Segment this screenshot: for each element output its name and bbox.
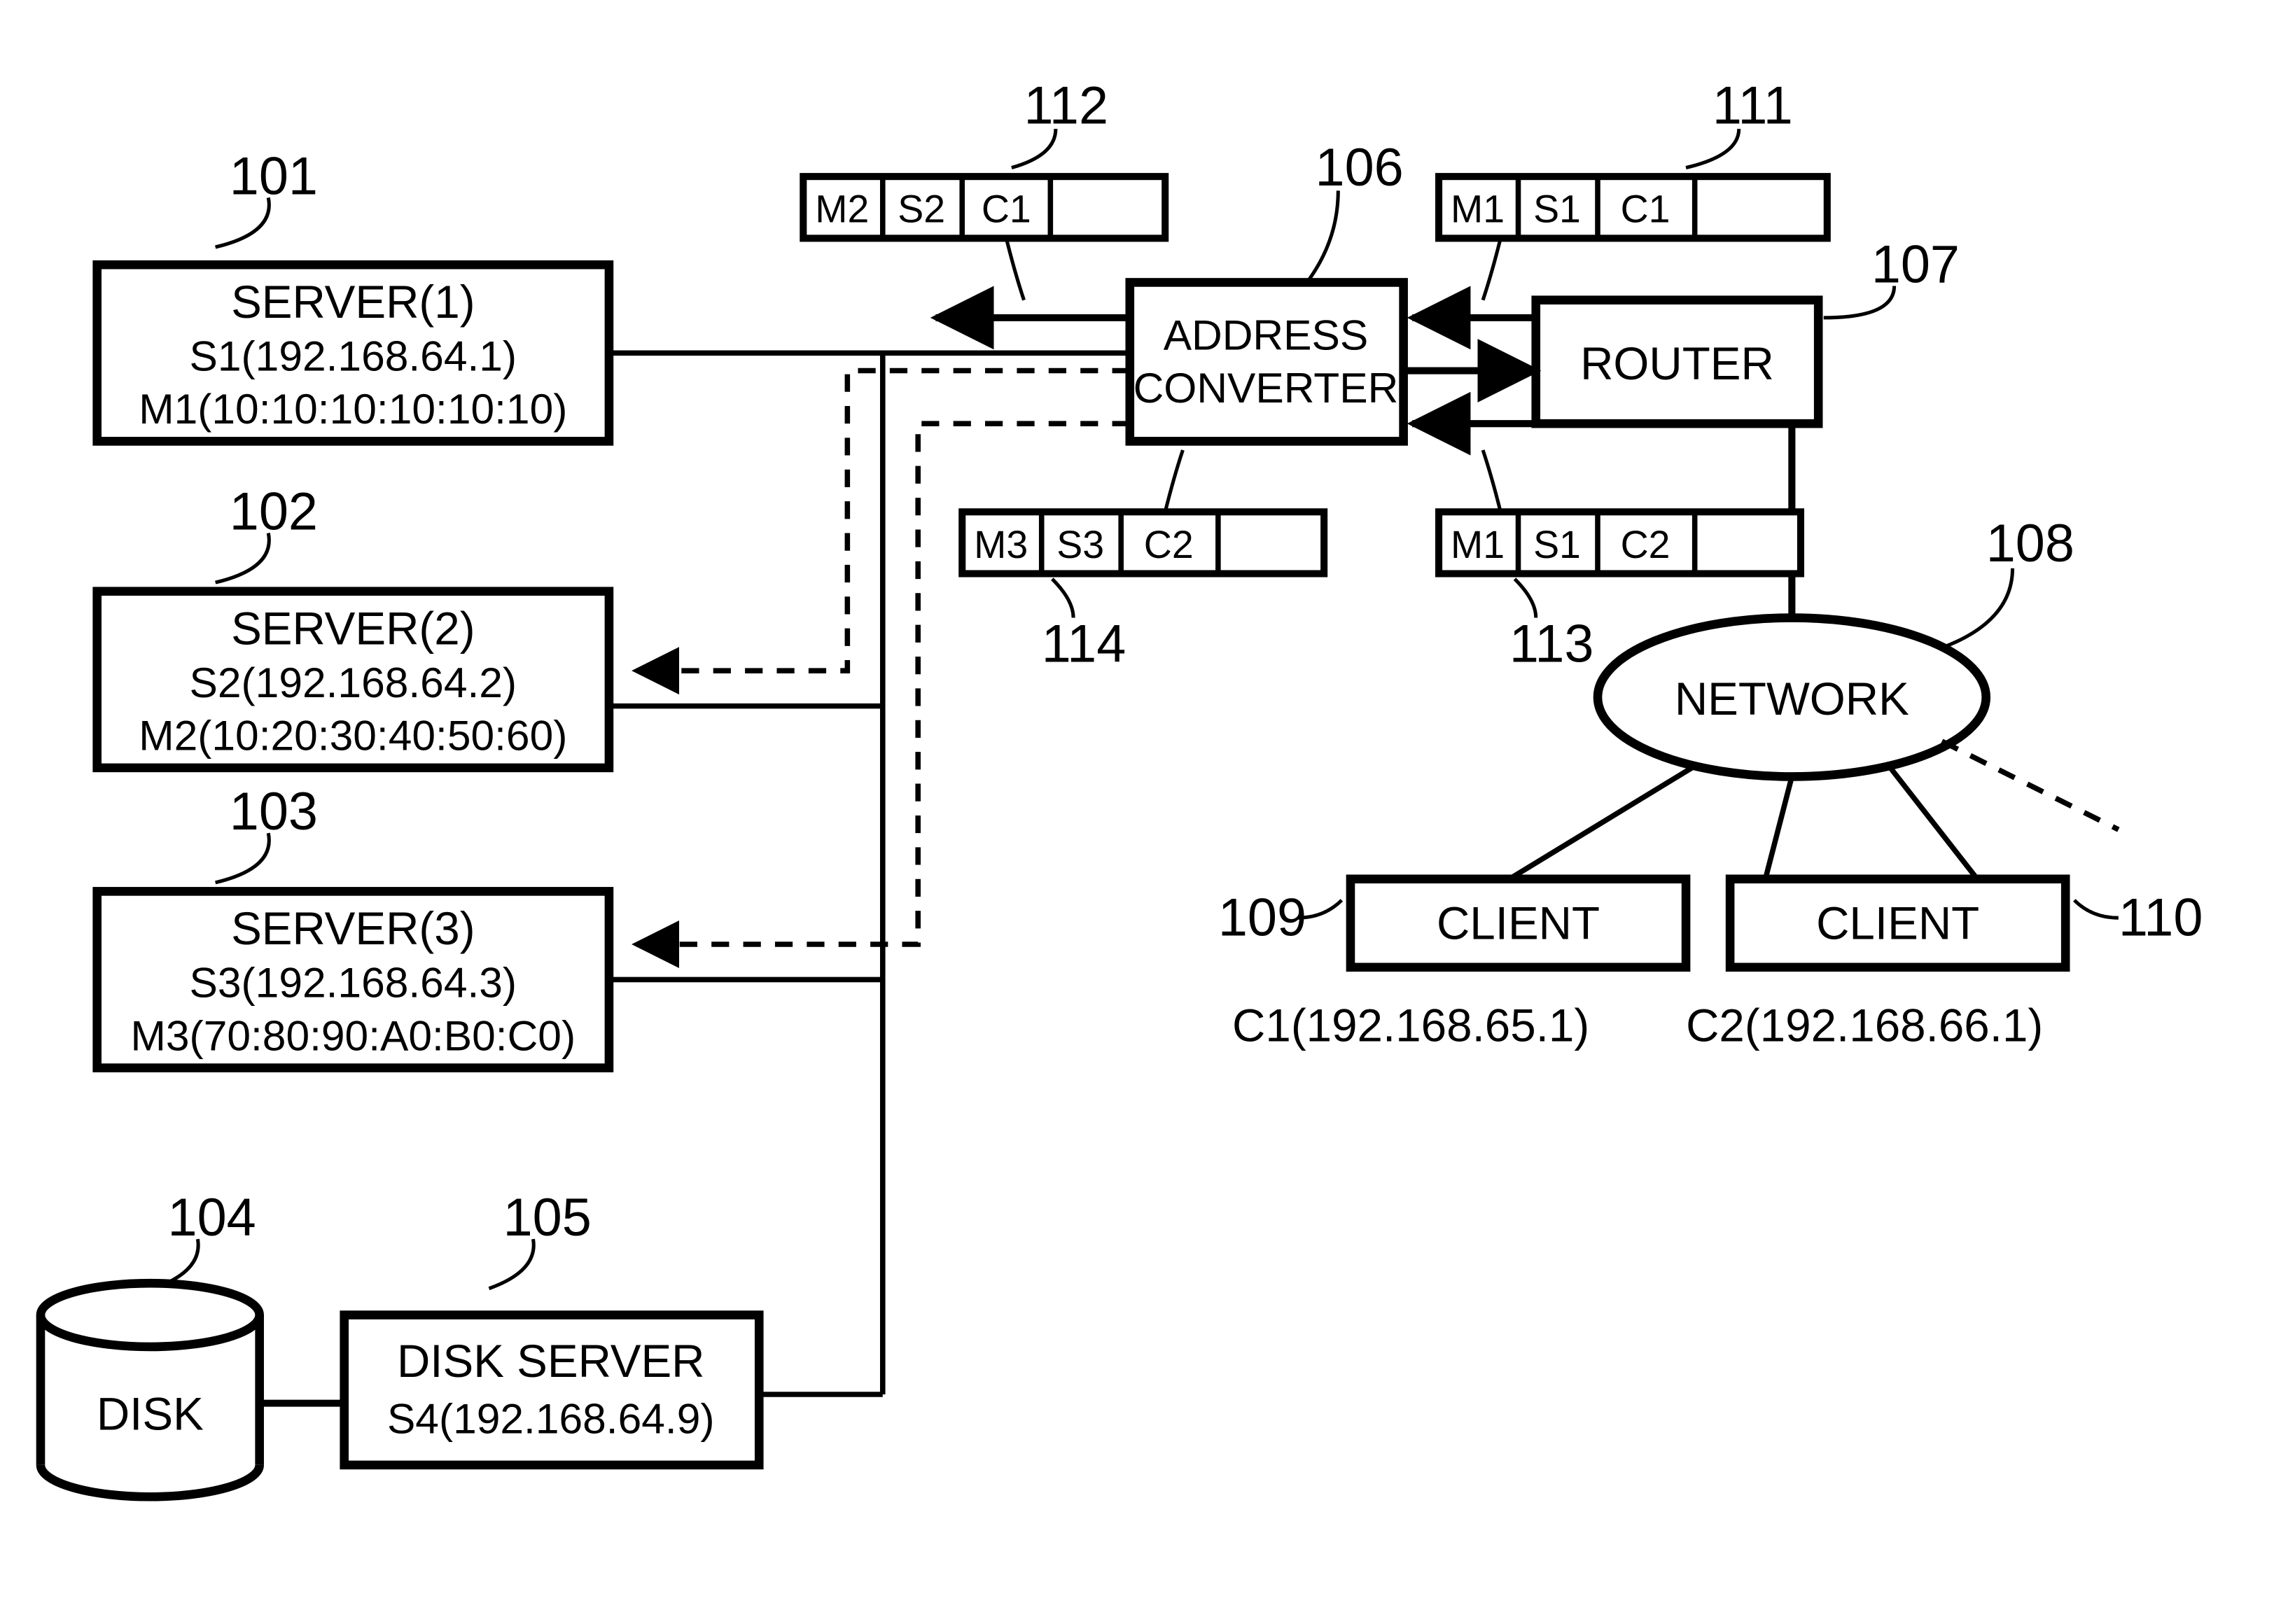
ref-111: 111 [1712, 77, 1793, 136]
pkt111-c3: C1 [1621, 188, 1670, 231]
network-diagram: 101 SERVER(1) S1(192.168.64.1) M1(10:10:… [0, 0, 2295, 1624]
ref-105: 105 [503, 1189, 592, 1247]
pkt111-c2: S1 [1533, 188, 1581, 231]
client-2-addr: C2(192.168.66.1) [1686, 1000, 2043, 1051]
router-box: ROUTER [1536, 300, 1818, 424]
ref-101: 101 [230, 147, 318, 206]
pkt112-c3: C1 [982, 188, 1031, 231]
pkt112-c2: S2 [898, 188, 945, 231]
client-2-box: CLIENT [1730, 879, 2065, 967]
ref-102: 102 [230, 482, 318, 541]
pkt114-c2: S3 [1056, 523, 1104, 566]
address-converter-l1: ADDRESS [1164, 311, 1369, 358]
server-3-box: SERVER(3) S3(192.168.64.3) M3(70:80:90:A… [97, 891, 609, 1068]
server-1-mac: M1(10:10:10:10:10:10) [139, 385, 567, 433]
pkt113-c1: M1 [1451, 523, 1505, 566]
pkt114-c1: M3 [974, 523, 1028, 566]
pkt113-c3: C2 [1621, 523, 1670, 566]
packet-111: M1 S1 C1 [1439, 176, 1827, 238]
ref-113: 113 [1509, 615, 1594, 674]
pkt112-c1: M2 [815, 188, 869, 231]
client-1-box: CLIENT [1351, 879, 1686, 967]
disk-label: DISK [97, 1388, 204, 1439]
client-2-label: CLIENT [1816, 897, 1979, 948]
ref-103: 103 [230, 783, 318, 841]
server-2-title: SERVER(2) [231, 603, 475, 654]
client-1-label: CLIENT [1437, 897, 1600, 948]
client-1-addr: C1(192.168.65.1) [1232, 1000, 1589, 1051]
address-converter-box: ADDRESS CONVERTER [1130, 282, 1404, 441]
server-2-box: SERVER(2) S2(192.168.64.2) M2(10:20:30:4… [97, 592, 609, 768]
packet-113: M1 S1 C2 [1439, 512, 1801, 573]
pkt114-c3: C2 [1144, 523, 1194, 566]
disk-cylinder-icon: DISK [41, 1283, 260, 1497]
pkt111-c1: M1 [1451, 188, 1505, 231]
ref-114: 114 [1042, 615, 1126, 674]
disk-server-ip: S4(192.168.64.9) [387, 1394, 715, 1442]
server-1-title: SERVER(1) [231, 276, 475, 328]
server-2-ip: S2(192.168.64.2) [190, 659, 517, 706]
pkt113-c2: S1 [1533, 523, 1581, 566]
ref-112: 112 [1024, 77, 1108, 136]
server-3-ip: S3(192.168.64.3) [190, 959, 517, 1007]
server-3-mac: M3(70:80:90:A0:B0:C0) [131, 1011, 576, 1059]
packet-112: M2 S2 C1 [803, 176, 1165, 238]
disk-server-title: DISK SERVER [397, 1336, 705, 1387]
server-3-title: SERVER(3) [231, 903, 475, 954]
network-node: NETWORK [1598, 618, 1986, 777]
server-1-box: SERVER(1) S1(192.168.64.1) M1(10:10:10:1… [97, 265, 609, 441]
ref-110: 110 [2119, 888, 2203, 947]
disk-server-box: DISK SERVER S4(192.168.64.9) [344, 1315, 760, 1465]
address-converter-l2: CONVERTER [1133, 364, 1399, 412]
router-label: ROUTER [1580, 338, 1774, 389]
ref-109: 109 [1218, 888, 1306, 947]
server-1-ip: S1(192.168.64.1) [190, 332, 517, 380]
network-label: NETWORK [1675, 673, 1909, 724]
ref-104: 104 [168, 1189, 256, 1247]
packet-114: M3 S3 C2 [962, 512, 1324, 573]
ref-106: 106 [1316, 139, 1404, 197]
server-2-mac: M2(10:20:30:40:50:60) [139, 712, 567, 760]
ref-107: 107 [1871, 235, 1960, 294]
ref-108: 108 [1986, 514, 2074, 573]
